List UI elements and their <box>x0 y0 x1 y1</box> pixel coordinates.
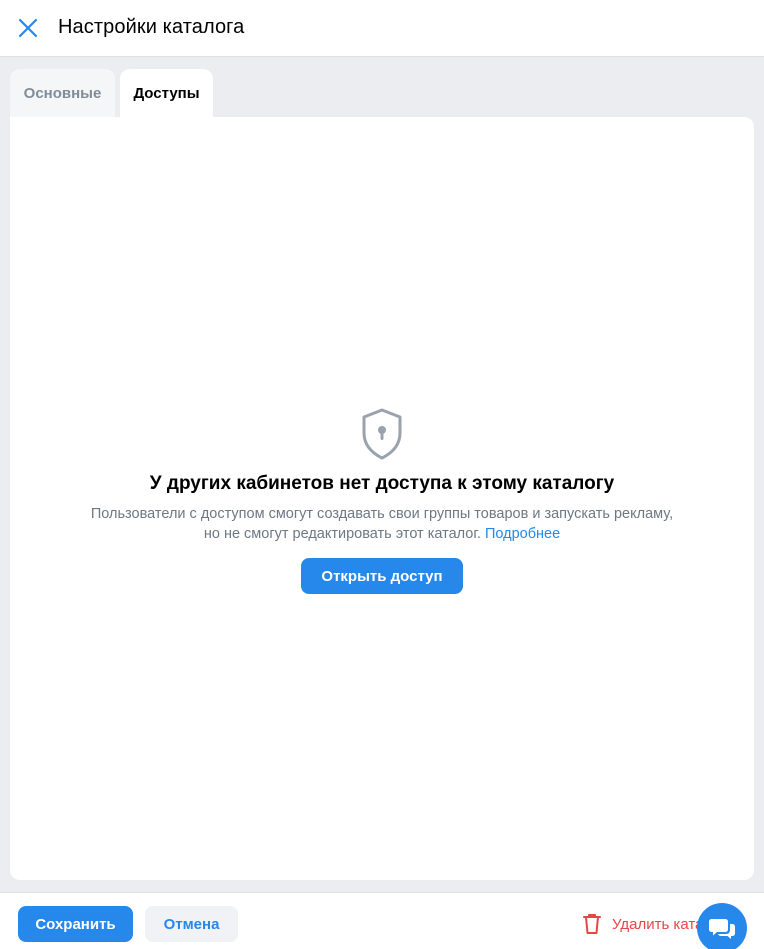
content-area: Основные Доступы У других кабинетов нет … <box>0 57 764 892</box>
footer: Сохранить Отмена Удалить каталог <box>0 892 764 949</box>
save-button[interactable]: Сохранить <box>18 906 133 942</box>
description-line-1: Пользователи с доступом смогут создавать… <box>90 506 674 522</box>
tab-main[interactable]: Основные <box>10 69 115 118</box>
chat-bubbles-icon <box>709 919 735 939</box>
empty-state-title: У других кабинетов нет доступа к этому к… <box>149 473 615 494</box>
learn-more-link[interactable]: Подробнее <box>485 526 560 542</box>
shield-keyhole-icon <box>362 408 402 460</box>
tab-access[interactable]: Доступы <box>120 69 213 118</box>
trash-icon <box>583 914 601 934</box>
empty-state-description: Пользователи с доступом смогут создавать… <box>72 504 692 544</box>
description-line-2: но не смогут редактировать этот каталог. <box>203 526 481 542</box>
page-title: Настройки каталога <box>58 16 245 38</box>
chat-button[interactable] <box>697 903 747 949</box>
empty-state: У других кабинетов нет доступа к этому к… <box>10 407 754 594</box>
close-button[interactable] <box>12 12 44 44</box>
cancel-button[interactable]: Отмена <box>145 906 238 942</box>
access-panel: У других кабинетов нет доступа к этому к… <box>10 117 754 880</box>
open-access-button[interactable]: Открыть доступ <box>301 558 463 594</box>
close-icon <box>18 18 38 38</box>
header: Настройки каталога <box>0 0 764 57</box>
